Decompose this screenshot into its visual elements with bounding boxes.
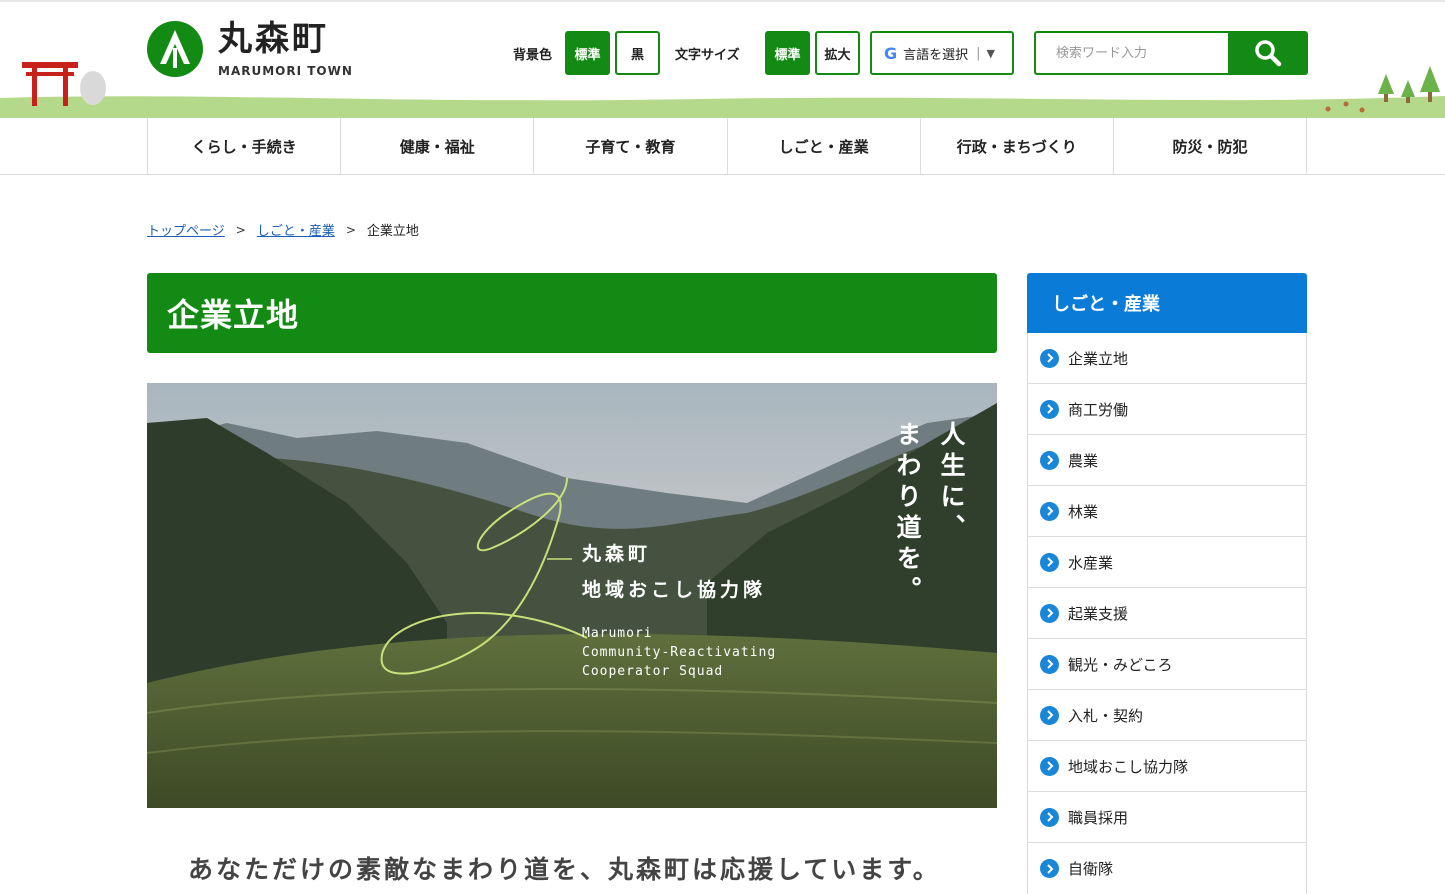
side-item-label: 職員採用 xyxy=(1068,808,1129,827)
chevron-right-icon xyxy=(1040,603,1059,623)
chevron-right-icon xyxy=(1040,501,1059,521)
side-item-label: 起業支援 xyxy=(1068,604,1129,623)
bg-black-button[interactable]: 黒 xyxy=(615,31,660,75)
dropdown-arrow-icon: ▼ xyxy=(986,46,996,60)
side-item-staff-recruitment[interactable]: 職員採用 xyxy=(1028,792,1306,843)
hero-title-line2: 地域おこし協力隊 xyxy=(582,579,767,601)
side-item-bidding[interactable]: 入札・契約 xyxy=(1028,690,1306,741)
page-tagline: あなただけの素敵なまわり道を、丸森町は応援しています。 xyxy=(188,855,941,884)
site-logo[interactable]: 丸森町 MARUMORI TOWN xyxy=(146,20,353,78)
search-button[interactable] xyxy=(1228,31,1308,75)
side-menu-heading: しごと・産業 xyxy=(1027,273,1307,333)
town-emblem-icon xyxy=(147,21,203,77)
hero-title-line1: 丸森町 xyxy=(582,543,652,565)
breadcrumb-current: 企業立地 xyxy=(366,224,419,239)
side-item-label: 企業立地 xyxy=(1068,349,1129,368)
search-input[interactable] xyxy=(1034,31,1230,75)
breadcrumb-home-link[interactable]: トップページ xyxy=(147,220,225,239)
side-item-business-location[interactable]: 企業立地 xyxy=(1028,333,1306,384)
bg-standard-button[interactable]: 標準 xyxy=(565,31,610,75)
nav-item-work[interactable]: しごと・産業 xyxy=(728,118,921,175)
side-item-label: 地域おこし協力隊 xyxy=(1068,757,1189,776)
nav-item-health[interactable]: 健康・福祉 xyxy=(341,118,535,175)
nav-item-administration[interactable]: 行政・まちづくり xyxy=(921,118,1114,175)
logo-name-jp: 丸森町 xyxy=(218,19,329,59)
language-select[interactable]: G 言語を選択 | ▼ xyxy=(870,31,1014,75)
side-item-label: 観光・みどころ xyxy=(1068,655,1173,674)
font-large-button[interactable]: 拡大 xyxy=(815,31,860,75)
nav-item-disaster[interactable]: 防災・防犯 xyxy=(1114,118,1308,175)
side-item-self-defense[interactable]: 自衛隊 xyxy=(1028,843,1306,894)
chevron-right-icon xyxy=(1040,450,1059,470)
chevron-right-icon xyxy=(1040,654,1059,674)
side-item-fisheries[interactable]: 水産業 xyxy=(1028,537,1306,588)
chevron-right-icon xyxy=(1040,348,1059,368)
global-nav: くらし・手続き 健康・福祉 子育て・教育 しごと・産業 行政・まちづくり 防災・… xyxy=(0,118,1445,175)
chevron-right-icon xyxy=(1040,859,1059,878)
breadcrumb: トップページ > しごと・産業 > 企業立地 xyxy=(147,220,419,240)
side-item-startup-support[interactable]: 起業支援 xyxy=(1028,588,1306,639)
language-select-label: 言語を選択 xyxy=(903,47,969,63)
chevron-right-icon xyxy=(1040,756,1059,776)
hero-vertical-right: 人生に、 xyxy=(937,421,966,545)
chevron-right-icon xyxy=(1040,705,1059,725)
hero-en-line3: Cooperator Squad xyxy=(582,664,724,679)
hero-vertical-left: まわり道を。 xyxy=(893,421,922,607)
side-item-tourism[interactable]: 観光・みどころ xyxy=(1028,639,1306,690)
side-item-agriculture[interactable]: 農業 xyxy=(1028,435,1306,486)
chevron-right-icon xyxy=(1040,807,1059,827)
side-item-label: 林業 xyxy=(1068,502,1099,521)
font-standard-button[interactable]: 標準 xyxy=(765,31,810,75)
side-item-forestry[interactable]: 林業 xyxy=(1028,486,1306,537)
side-item-cooperator-squad[interactable]: 地域おこし協力隊 xyxy=(1028,741,1306,792)
side-item-commerce-labor[interactable]: 商工労働 xyxy=(1028,384,1306,435)
side-item-label: 農業 xyxy=(1068,451,1099,470)
bg-color-label: 背景色 xyxy=(513,48,553,63)
search-icon xyxy=(1255,40,1282,67)
page-title-box: 企業立地 xyxy=(147,273,997,353)
side-item-label: 商工労働 xyxy=(1068,400,1129,419)
logo-name-en: MARUMORI TOWN xyxy=(218,64,353,78)
side-item-label: 自衛隊 xyxy=(1068,860,1114,878)
landscape-photo xyxy=(147,383,997,808)
breadcrumb-parent-link[interactable]: しごと・産業 xyxy=(257,220,335,239)
page-title: 企業立地 xyxy=(167,296,300,334)
chevron-right-icon xyxy=(1040,399,1059,419)
nav-item-childcare[interactable]: 子育て・教育 xyxy=(534,118,728,175)
hero-en-line2: Community-Reactivating xyxy=(582,645,777,660)
chevron-right-icon xyxy=(1040,552,1059,572)
nav-item-living[interactable]: くらし・手続き xyxy=(148,118,342,175)
font-size-label: 文字サイズ xyxy=(675,48,740,63)
side-item-label: 水産業 xyxy=(1068,553,1114,572)
side-item-label: 入札・契約 xyxy=(1068,706,1144,725)
site-header: 丸森町 MARUMORI TOWN 背景色 標準 黒 文字サイズ 標準 拡大 G… xyxy=(0,0,1445,120)
hero-image: 丸森町 地域おこし協力隊 Marumori Community-Reactiva… xyxy=(147,383,997,808)
google-icon: G xyxy=(884,43,898,63)
hero-en-line1: Marumori xyxy=(582,626,653,641)
side-menu: しごと・産業 企業立地 商工労働 農業 林業 水産業 起業支援 観光・みどころ … xyxy=(1027,273,1307,894)
